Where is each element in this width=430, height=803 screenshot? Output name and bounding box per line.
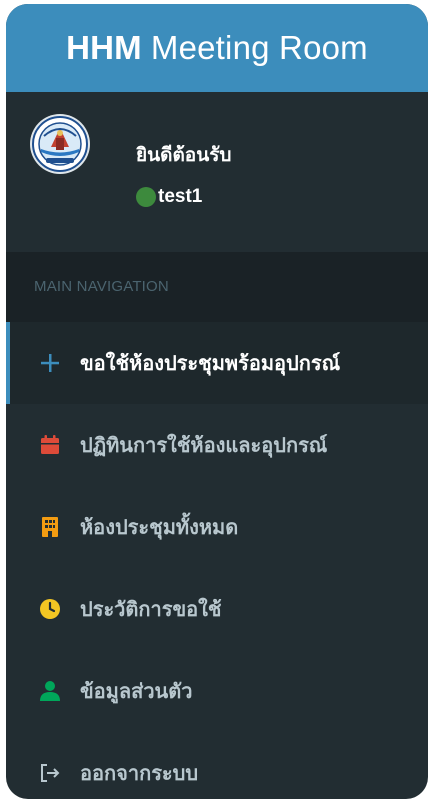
user-panel: ยินดีต้อนรับ test1 xyxy=(6,92,428,252)
nav-item-logout[interactable]: ออกจากระบบ xyxy=(6,732,428,799)
user-status: test1 xyxy=(136,186,202,208)
user-icon xyxy=(38,679,62,703)
app-title-bold: HHM xyxy=(66,29,142,66)
nav-item-history[interactable]: ประวัติการขอใช้ xyxy=(6,568,428,650)
username: test1 xyxy=(158,186,203,207)
nav-item-label: ข้อมูลส่วนตัว xyxy=(80,681,193,703)
main-navigation: ขอใช้ห้องประชุมพร้อมอุปกรณ์ ปฏิทินการใช้… xyxy=(6,322,428,799)
avatar xyxy=(32,116,88,172)
app-title-rest: Meeting Room xyxy=(150,29,368,66)
nav-item-all-rooms[interactable]: ห้องประชุมทั้งหมด xyxy=(6,486,428,568)
nav-header: MAIN NAVIGATION xyxy=(6,252,428,322)
nav-item-label: ขอใช้ห้องประชุมพร้อมอุปกรณ์ xyxy=(80,353,341,375)
online-status-dot xyxy=(136,187,156,207)
nav-item-label: ออกจากระบบ xyxy=(80,763,199,785)
nav-item-profile[interactable]: ข้อมูลส่วนตัว xyxy=(6,650,428,732)
nav-item-label: ปฏิทินการใช้ห้องและอุปกรณ์ xyxy=(80,435,328,457)
logout-icon xyxy=(38,761,62,785)
building-icon xyxy=(38,515,62,539)
hospital-logo-icon xyxy=(32,116,88,172)
app-header[interactable]: HHM Meeting Room xyxy=(6,4,428,92)
nav-item-label: ห้องประชุมทั้งหมด xyxy=(80,517,239,539)
calendar-icon xyxy=(38,433,62,457)
clock-icon xyxy=(38,597,62,621)
nav-item-calendar[interactable]: ปฏิทินการใช้ห้องและอุปกรณ์ xyxy=(6,404,428,486)
welcome-text: ยินดีต้อนรับ xyxy=(136,145,232,166)
plus-icon xyxy=(38,351,62,375)
sidebar-panel: HHM Meeting Room ยินดีต้อนรับ test1 MAIN… xyxy=(6,4,428,799)
nav-item-request-room[interactable]: ขอใช้ห้องประชุมพร้อมอุปกรณ์ xyxy=(6,322,428,404)
nav-item-label: ประวัติการขอใช้ xyxy=(80,599,222,621)
